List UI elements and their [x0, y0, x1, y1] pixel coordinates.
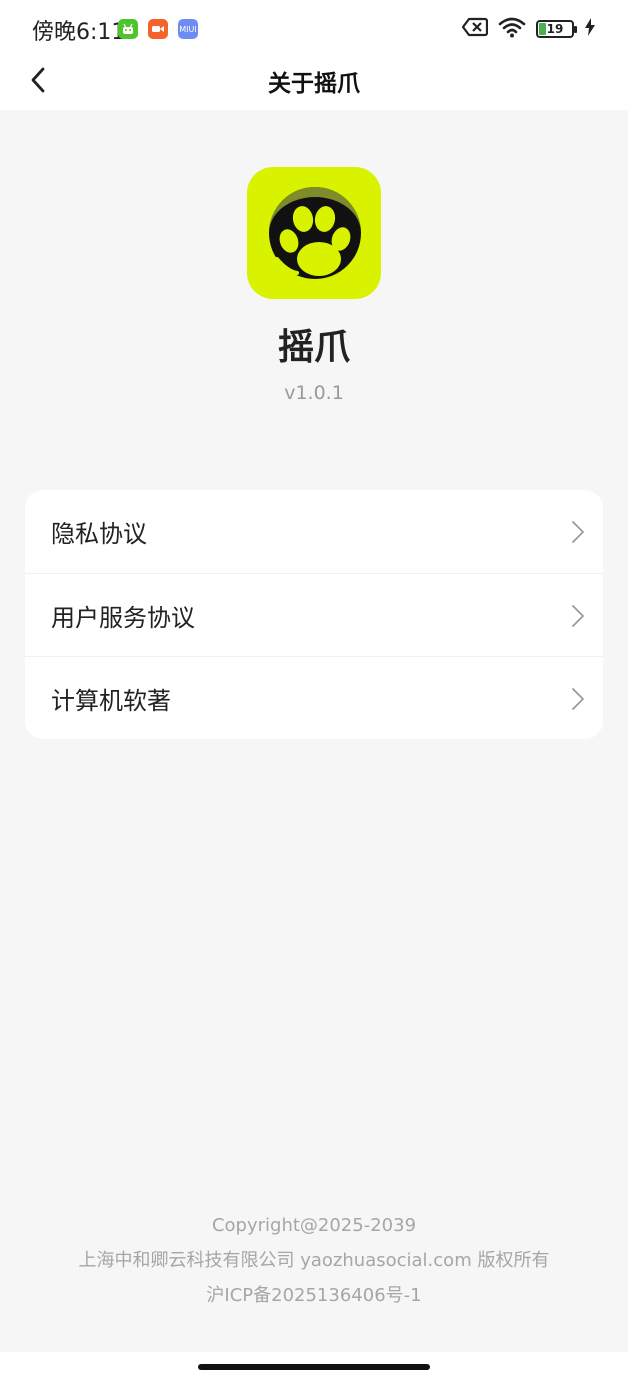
footer: Copyright@2025-2039 上海中和卿云科技有限公司 yaozhua…: [0, 1208, 628, 1313]
video-app-icon: [148, 19, 168, 39]
home-indicator[interactable]: [198, 1364, 430, 1370]
gesture-bar: [0, 1352, 628, 1380]
top-bar: 傍晚6:11 MIUI 19 关于摇爪: [0, 0, 628, 110]
menu-item-software-copyright[interactable]: 计算机软著: [25, 656, 603, 739]
battery-level: 19: [546, 22, 564, 36]
charging-icon: [584, 18, 596, 40]
menu-item-label: 用户服务协议: [51, 603, 195, 632]
app-version: v1.0.1: [284, 382, 344, 404]
settings-menu: 隐私协议 用户服务协议 计算机软著: [25, 490, 603, 739]
menu-item-label: 隐私协议: [51, 520, 147, 548]
app-logo: [247, 167, 381, 299]
android-app-icon: [118, 19, 138, 39]
menu-item-privacy-policy[interactable]: 隐私协议: [25, 490, 603, 573]
icp-text: 沪ICP备2025136406号-1: [206, 1285, 422, 1306]
menu-item-label: 计算机软著: [51, 686, 171, 715]
status-time: 傍晚6:11: [32, 20, 126, 45]
copyright-text: Copyright@2025-2039: [211, 1215, 417, 1236]
menu-item-user-agreement[interactable]: 用户服务协议: [25, 573, 603, 656]
chevron-right-icon: [572, 605, 584, 627]
paw-logo-icon: [269, 187, 361, 279]
notification-badges: MIUI: [118, 19, 198, 39]
wifi-icon: [498, 16, 526, 42]
chevron-right-icon: [572, 521, 584, 543]
navigation-bar: 关于摇爪: [0, 58, 628, 110]
page-title: 关于摇爪: [268, 71, 360, 97]
chevron-right-icon: [572, 688, 584, 710]
status-bar: 傍晚6:11 MIUI 19: [0, 0, 628, 58]
status-icons: 19: [461, 16, 596, 42]
company-text: 上海中和卿云科技有限公司 yaozhuasocial.com 版权所有: [78, 1250, 550, 1271]
battery-icon: 19: [536, 20, 577, 38]
app-name: 摇爪: [277, 327, 350, 368]
miui-app-icon: MIUI: [178, 19, 198, 39]
no-sim-icon: [461, 17, 489, 41]
